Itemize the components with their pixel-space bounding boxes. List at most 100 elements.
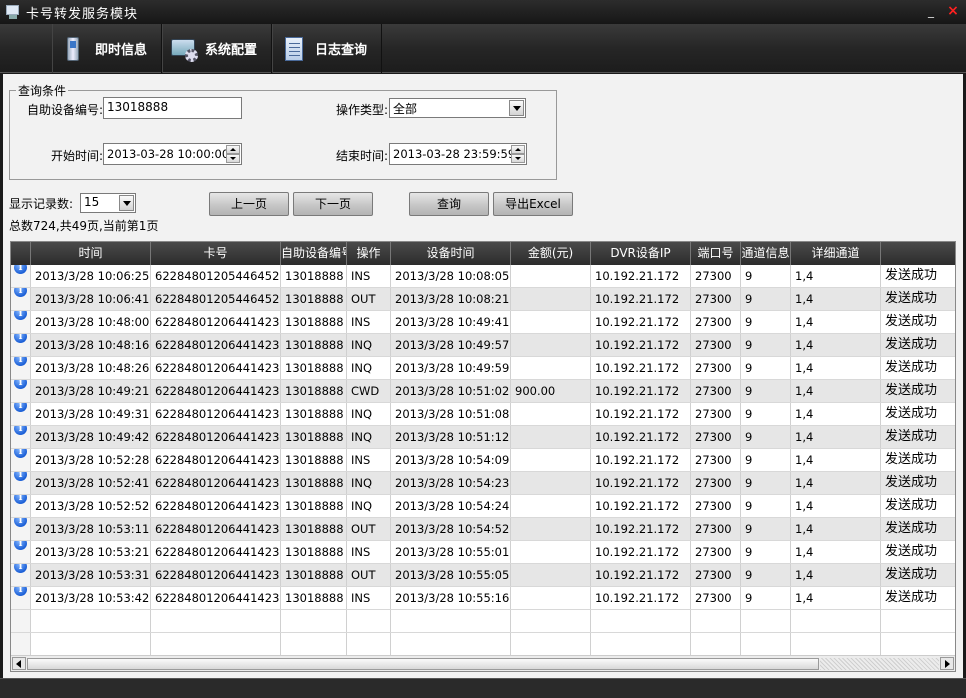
export-excel-button[interactable]: 导出Excel	[493, 192, 573, 216]
spin-up-icon[interactable]	[226, 145, 240, 154]
table-row[interactable]: i 2013/3/28 10:49:21 6228480120644142313 13…	[11, 380, 955, 403]
horizontal-scrollbar[interactable]	[11, 655, 955, 671]
row-indicator: i	[11, 426, 31, 448]
empty-row[interactable]	[11, 610, 955, 633]
next-page-button[interactable]: 下一页	[293, 192, 373, 216]
record-count-select[interactable]: 15	[80, 193, 136, 213]
column-header-channel-info[interactable]: 通道信息	[741, 242, 791, 265]
column-header-port[interactable]: 端口号	[691, 242, 741, 265]
table-row[interactable]: i 2013/3/28 10:53:42 6228480120644142313 13…	[11, 587, 955, 610]
chevron-down-icon[interactable]	[119, 195, 134, 211]
table-row[interactable]: i 2013/3/28 10:52:41 6228480120644142313 13…	[11, 472, 955, 495]
log-query-button[interactable]: 日志查询	[272, 24, 382, 73]
table-row[interactable]: i 2013/3/28 10:49:42 6228480120644142313 13…	[11, 426, 955, 449]
cell-card-no: 6228480120644142313	[151, 380, 281, 402]
table-row[interactable]: i 2013/3/28 10:06:41 6228480120544645217 13…	[11, 288, 955, 311]
cell-channel-info: 9	[741, 288, 791, 310]
scroll-right-icon[interactable]	[940, 657, 954, 670]
cell-device-time	[391, 633, 511, 655]
cell-send-status: 发送成功	[881, 495, 955, 517]
chevron-down-icon[interactable]	[509, 100, 524, 116]
end-time-picker[interactable]: 2013-03-28 23:59:59	[389, 143, 527, 165]
column-header-amount[interactable]: 金额(元)	[511, 242, 591, 265]
cell-operation: CWD	[347, 380, 391, 402]
cell-device-time: 2013/3/28 10:55:05	[391, 564, 511, 586]
minimize-button[interactable]: _	[924, 3, 938, 19]
row-indicator: i	[11, 380, 31, 402]
table-row[interactable]: i 2013/3/28 10:48:16 6228480120644142313 13…	[11, 334, 955, 357]
cell-port: 27300	[691, 449, 741, 471]
operation-type-select[interactable]: 全部	[389, 98, 526, 118]
start-time-spinner[interactable]	[226, 145, 240, 163]
table-row[interactable]: i 2013/3/28 10:49:31 6228480120644142313 13…	[11, 403, 955, 426]
cell-time: 2013/3/28 10:49:21	[31, 380, 151, 402]
scroll-thumb[interactable]	[27, 658, 819, 670]
table-row[interactable]: i 2013/3/28 10:52:52 6228480120644142313 13…	[11, 495, 955, 518]
cell-port: 27300	[691, 265, 741, 287]
column-header-dvr-ip[interactable]: DVR设备IP	[591, 242, 691, 265]
cell-amount	[511, 334, 591, 356]
row-indicator: i	[11, 472, 31, 494]
start-time-picker[interactable]: 2013-03-28 10:00:00	[103, 143, 242, 165]
column-header-card-no[interactable]: 卡号	[151, 242, 281, 265]
cell-channel-detail: 1,4	[791, 541, 881, 563]
cell-amount	[511, 288, 591, 310]
cell-dvr-ip: 10.192.21.172	[591, 403, 691, 425]
column-header-channel-detail[interactable]: 详细通道	[791, 242, 881, 265]
table-row[interactable]: i 2013/3/28 10:52:28 6228480120644142313 13…	[11, 449, 955, 472]
column-header-operation[interactable]: 操作	[347, 242, 391, 265]
table-row[interactable]: i 2013/3/28 10:06:25 6228480120544645217 13…	[11, 265, 955, 288]
start-time-label: 开始时间:	[51, 149, 104, 163]
cell-device-time: 2013/3/28 10:54:09	[391, 449, 511, 471]
system-config-button[interactable]: 系统配置	[162, 24, 272, 73]
cell-port: 27300	[691, 495, 741, 517]
cell-channel-info: 9	[741, 311, 791, 333]
cell-amount	[511, 633, 591, 655]
spin-up-icon[interactable]	[511, 145, 525, 154]
cell-port: 27300	[691, 380, 741, 402]
row-indicator-header	[11, 242, 31, 265]
scroll-track[interactable]	[820, 658, 939, 670]
info-icon: i	[14, 587, 27, 596]
column-header-device-time[interactable]: 设备时间	[391, 242, 511, 265]
info-icon: i	[14, 311, 27, 320]
log-query-label: 日志查询	[315, 43, 368, 58]
scroll-left-icon[interactable]	[12, 657, 26, 670]
document-icon	[281, 35, 307, 63]
table-row[interactable]: i 2013/3/28 10:53:21 6228480120644142313 13…	[11, 541, 955, 564]
end-time-spinner[interactable]	[511, 145, 525, 163]
table-row[interactable]: i 2013/3/28 10:48:26 6228480120644142313 13…	[11, 357, 955, 380]
column-header-time[interactable]: 时间	[31, 242, 151, 265]
close-button[interactable]: ×	[946, 3, 960, 19]
spin-down-icon[interactable]	[226, 154, 240, 163]
table-row[interactable]: i 2013/3/28 10:53:31 6228480120644142313 13…	[11, 564, 955, 587]
cell-time: 2013/3/28 10:49:31	[31, 403, 151, 425]
search-button[interactable]: 查询	[409, 192, 489, 216]
table-row[interactable]: i 2013/3/28 10:48:00 6228480120644142313 13…	[11, 311, 955, 334]
cell-dvr-ip: 10.192.21.172	[591, 357, 691, 379]
table-row[interactable]: i 2013/3/28 10:53:11 6228480120644142313 13…	[11, 518, 955, 541]
cell-amount	[511, 495, 591, 517]
cell-port: 27300	[691, 426, 741, 448]
cell-channel-detail: 1,4	[791, 426, 881, 448]
column-header-device-id[interactable]: 自助设备编号	[281, 242, 347, 265]
cell-send-status: 发送成功	[881, 380, 955, 402]
cell-operation: INQ	[347, 334, 391, 356]
cell-device-time: 2013/3/28 10:55:01	[391, 541, 511, 563]
spin-down-icon[interactable]	[511, 154, 525, 163]
cell-operation: INQ	[347, 472, 391, 494]
cell-card-no: 6228480120644142313	[151, 564, 281, 586]
column-header-send-status[interactable]	[881, 242, 955, 265]
cell-channel-info: 9	[741, 449, 791, 471]
prev-page-button[interactable]: 上一页	[209, 192, 289, 216]
cell-channel-detail: 1,4	[791, 265, 881, 287]
record-count-label: 显示记录数:	[9, 197, 74, 211]
cell-send-status: 发送成功	[881, 449, 955, 471]
empty-row[interactable]	[11, 633, 955, 656]
device-id-input[interactable]: 13018888	[103, 97, 242, 119]
title-bar: 卡号转发服务模块 _ ×	[0, 0, 966, 24]
realtime-info-button[interactable]: 即时信息	[52, 24, 162, 73]
cell-dvr-ip: 10.192.21.172	[591, 426, 691, 448]
cell-send-status	[881, 633, 955, 655]
row-indicator: i	[11, 587, 31, 609]
